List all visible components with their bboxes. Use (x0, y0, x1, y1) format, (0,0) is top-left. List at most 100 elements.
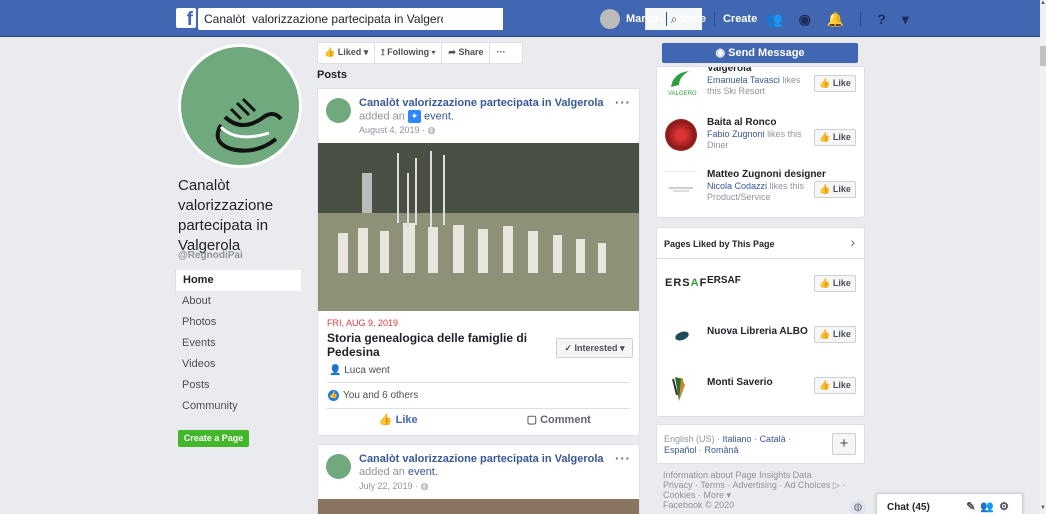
comment-button[interactable]: ▢ Comment (479, 413, 640, 426)
friend-link[interactable]: Nicola Codazzi (707, 181, 767, 191)
list-item: Baita al Ronco Fabio Zugnoni likes this … (657, 113, 864, 161)
copyright: Facebook © 2020 (663, 500, 735, 510)
chevron-right-icon[interactable]: › (850, 234, 855, 250)
avatar[interactable] (326, 98, 351, 123)
nav-item-about[interactable]: About (175, 291, 301, 312)
friends-icon[interactable]: 👥 (765, 11, 782, 28)
help-icon[interactable]: ? (877, 11, 886, 27)
libreria-logo-icon[interactable] (665, 324, 699, 346)
page-thumbnail[interactable] (665, 171, 697, 203)
more-button[interactable]: ··· (490, 42, 511, 64)
scroll-down-icon[interactable]: ▼ (1040, 505, 1046, 513)
reactions-summary[interactable]: 👍 You and 6 others (328, 390, 418, 401)
group-icon[interactable]: 👥 (980, 501, 999, 513)
like-page-button[interactable]: 👍 Like (814, 129, 856, 146)
create-link[interactable]: Create (723, 13, 757, 25)
chat-bar[interactable]: Chat (45) ✎👥⚙ (876, 493, 1023, 514)
page-name-link[interactable]: Nuova Libreria ALBO (707, 326, 808, 337)
post-header: Canalòt valorizzazione partecipata in Va… (359, 97, 614, 123)
footer-link[interactable]: Information about Page Insights Data (663, 470, 853, 480)
facebook-logo-icon[interactable]: f (176, 8, 196, 28)
globe-icon: ◍ (420, 481, 429, 491)
comment-label: Comment (540, 414, 591, 426)
event-title[interactable]: Storia genealogica delle famiglie di Ped… (327, 331, 542, 359)
nav-item-photos[interactable]: Photos (175, 312, 301, 333)
profile-picture[interactable] (178, 44, 302, 168)
event-link[interactable]: event. (408, 466, 438, 478)
avatar[interactable] (600, 9, 620, 29)
friend-link[interactable]: Emanuela Tavasci (707, 75, 780, 85)
svg-text:VALGEROLA: VALGEROLA (668, 91, 697, 97)
share-button[interactable]: ➦ Share (442, 42, 491, 64)
search-input[interactable] (198, 8, 443, 30)
like-page-button[interactable]: 👍 Like (814, 75, 856, 92)
post-card: Canalòt valorizzazione partecipata in Va… (317, 88, 640, 436)
language-link[interactable]: Română (705, 445, 739, 455)
event-link[interactable]: event. (424, 110, 454, 122)
event-cover-photo[interactable] (318, 143, 639, 311)
home-link[interactable]: Home (675, 13, 706, 25)
nav-item-community[interactable]: Community (175, 396, 301, 417)
like-button[interactable]: 👍 Like (318, 413, 479, 426)
language-link[interactable]: Italiano (723, 434, 752, 444)
post-timestamp[interactable]: July 22, 2019 · ◍ (359, 481, 428, 492)
thumbs-up-icon: 👍 (378, 414, 396, 426)
footer-links[interactable]: Cookies · More ▾ (663, 490, 853, 500)
send-message-label: Send Message (728, 47, 805, 59)
liked-button[interactable]: 👍 Liked ▾ (318, 42, 376, 64)
divider (713, 12, 715, 26)
footer-links[interactable]: Privacy · Terms · Advertising · Ad Choic… (663, 480, 853, 490)
post-timestamp[interactable]: August 4, 2019 · ◍ (359, 125, 435, 136)
top-bar: f ⌕ Marco Home Create 👥 ◉ 🔔 ? ▾ (0, 0, 1040, 37)
pages-liked-title[interactable]: Pages Liked by This Page (664, 239, 775, 249)
following-button[interactable]: ⟟ Following ▾ (375, 42, 443, 64)
nav-item-videos[interactable]: Videos (175, 354, 301, 375)
globe-icon[interactable]: ◍ (850, 500, 866, 514)
interested-button[interactable]: ✓ Interested ▾ (556, 338, 633, 358)
language-link[interactable]: Català (760, 434, 786, 444)
create-page-button[interactable]: Create a Page (178, 430, 249, 447)
page-name-link[interactable]: Valgerola (707, 67, 751, 74)
page-name-link[interactable]: Monti Saverio (707, 377, 773, 388)
language-link[interactable]: Español (664, 445, 697, 455)
avatar[interactable] (326, 454, 351, 479)
notifications-icon[interactable]: 🔔 (827, 11, 844, 28)
like-page-button[interactable]: 👍 Like (814, 181, 856, 198)
messenger-icon[interactable]: ◉ (799, 11, 811, 28)
profile-link[interactable]: Marco (626, 13, 658, 25)
scrollbar-thumb[interactable] (1040, 46, 1046, 66)
post-options-icon[interactable]: ··· (615, 451, 631, 466)
scrollbar[interactable] (1040, 0, 1046, 514)
page-nav: Home About Photos Events Videos Posts Co… (175, 270, 301, 417)
post-author-link[interactable]: Canalòt valorizzazione partecipata in Va… (359, 97, 604, 109)
compose-icon[interactable]: ✎ (966, 501, 980, 513)
divider (860, 12, 862, 26)
post-author-link[interactable]: Canalòt valorizzazione partecipata in Va… (359, 453, 604, 465)
page-name-link[interactable]: Matteo Zugnoni designer (707, 169, 826, 180)
nav-item-events[interactable]: Events (175, 333, 301, 354)
page-name-link[interactable]: Baita al Ronco (707, 117, 776, 128)
chevron-down-icon[interactable]: ▾ (902, 11, 909, 28)
monti-logo-icon[interactable] (665, 375, 699, 401)
event-cover-photo[interactable] (318, 499, 639, 514)
like-page-button[interactable]: 👍 Like (814, 377, 856, 394)
add-language-button[interactable]: + (832, 433, 856, 455)
like-page-button[interactable]: 👍 Like (814, 275, 856, 292)
friend-link[interactable]: Fabio Zugnoni (707, 129, 765, 139)
ersaf-logo-icon[interactable]: ERSAF (665, 273, 706, 295)
page-like-info: Nicola Codazzi likes this Product/Servic… (707, 181, 807, 203)
nav-item-posts[interactable]: Posts (175, 375, 301, 396)
post-options-icon[interactable]: ··· (615, 95, 631, 110)
like-reaction-icon: 👍 (328, 390, 339, 401)
send-message-button[interactable]: ◉ Send Message (662, 43, 858, 63)
page-thumbnail[interactable] (665, 119, 697, 151)
nav-item-home[interactable]: Home (175, 270, 301, 291)
page-handle[interactable]: @RegnodiPai (178, 250, 243, 261)
page-name-link[interactable]: ERSAF (707, 275, 741, 286)
following-label: Following ▾ (387, 47, 436, 57)
comment-icon: ▢ (526, 414, 541, 426)
scroll-up-icon[interactable]: ▲ (1040, 0, 1046, 8)
gear-icon[interactable]: ⚙ (999, 501, 1014, 513)
page-thumbnail[interactable]: VALGEROLA (665, 67, 704, 97)
like-page-button[interactable]: 👍 Like (814, 326, 856, 343)
